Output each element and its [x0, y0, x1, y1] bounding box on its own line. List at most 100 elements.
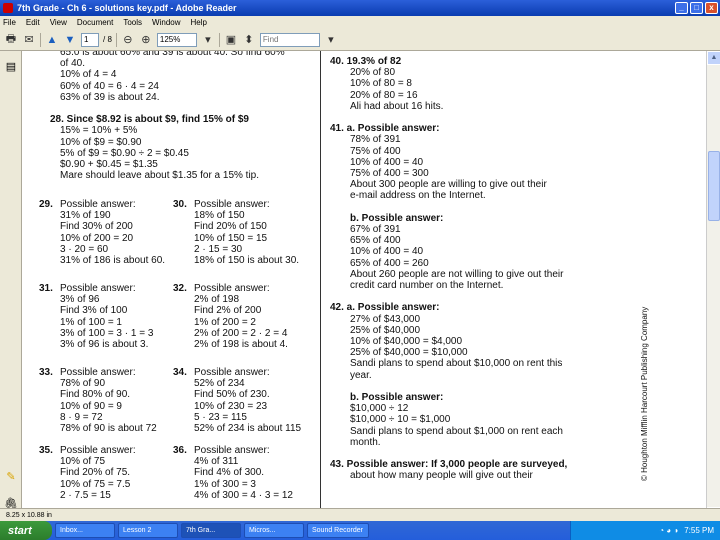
- text-line: 31% of 190: [60, 210, 111, 222]
- menu-view[interactable]: View: [50, 18, 67, 27]
- vertical-scrollbar[interactable]: ▲ ▼: [706, 51, 720, 521]
- text-line: $10,000 ÷ 12: [350, 403, 409, 415]
- text-line: 31.: [39, 283, 53, 294]
- document-page[interactable]: 65.0 is about 60% and 39 is about 40. So…: [22, 51, 706, 521]
- email-icon[interactable]: ✉: [22, 33, 36, 47]
- fit-width-icon[interactable]: ⬍: [242, 33, 256, 47]
- text-line: 78% of 391: [350, 134, 401, 146]
- zoom-out-icon[interactable]: ⊖: [121, 33, 135, 47]
- text-line: Possible answer:: [194, 367, 270, 378]
- text-line: 36.: [173, 445, 187, 456]
- text-line: 25% of $40,000 = $10,000: [350, 347, 468, 359]
- text-line: 27% of $43,000: [350, 313, 421, 325]
- zoom-select[interactable]: 125%: [156, 32, 197, 47]
- text-line: Possible answer:: [194, 199, 270, 210]
- minimize-button[interactable]: _: [675, 2, 688, 14]
- task-reader[interactable]: 7th Gra...: [181, 523, 241, 538]
- find-dropdown-icon[interactable]: ▾: [324, 33, 338, 47]
- previous-page-icon[interactable]: ▲: [45, 33, 59, 47]
- adobe-reader-icon: [3, 3, 13, 13]
- text-line: Ali had about 16 hits.: [350, 100, 444, 112]
- text-line: b. Possible answer:: [350, 392, 444, 403]
- text-line: 10% of 4 = 4: [60, 69, 117, 81]
- menu-document[interactable]: Document: [77, 18, 113, 27]
- pages-icon[interactable]: ▤: [4, 59, 18, 73]
- text-line: 10% of $40,000 = $4,000: [350, 336, 463, 347]
- scroll-up-button[interactable]: ▲: [707, 51, 720, 65]
- fit-page-icon[interactable]: ▣: [224, 33, 238, 47]
- text-line: 18% of 150: [194, 210, 245, 222]
- next-page-icon[interactable]: ▼: [63, 33, 77, 47]
- text-line: Find 2% of 200: [194, 305, 262, 317]
- toolbar-separator: [40, 32, 41, 47]
- menu-edit[interactable]: Edit: [26, 18, 40, 27]
- text-line: about how many people will give out thei…: [350, 470, 533, 482]
- text-line: 30.: [173, 199, 187, 210]
- task-inbox[interactable]: Inbox...: [55, 523, 115, 538]
- text-line: 25% of $40,000: [350, 324, 421, 336]
- text-line: 41. a. Possible answer:: [330, 123, 440, 135]
- text-line: Possible answer:: [194, 283, 270, 294]
- text-line: month.: [350, 436, 381, 448]
- text-line: 5% of $9 = $0.90 ÷ 2 = $0.45: [60, 147, 189, 159]
- tray-icons: ◔ ◕ ◑: [659, 526, 679, 535]
- zoom-in-icon[interactable]: ⊕: [139, 33, 153, 47]
- scroll-thumb[interactable]: [708, 151, 720, 221]
- text-line: 10% of 150 = 15: [194, 232, 268, 244]
- text-line: 33.: [39, 367, 53, 378]
- text-line: Find 20% of 75.: [60, 467, 131, 479]
- text-line: 10% of $9 = $0.90: [60, 136, 142, 148]
- text-line: credit card number on the Internet.: [350, 280, 504, 291]
- text-line: 2 · 7.5 = 15: [60, 489, 111, 501]
- text-line: 67% of 391: [350, 224, 401, 235]
- text-line: 5 · 23 = 115: [194, 411, 247, 423]
- print-icon[interactable]: 🖶: [4, 33, 18, 47]
- text-line: 3 · 20 = 60: [60, 243, 109, 255]
- task-word[interactable]: Micros...: [244, 523, 304, 538]
- text-line: 15% = 10% + 5%: [60, 125, 138, 137]
- chevron-down-icon[interactable]: ▾: [201, 33, 215, 47]
- menu-help[interactable]: Help: [191, 18, 207, 27]
- menu-tools[interactable]: Tools: [123, 18, 142, 27]
- text-line: 29.: [39, 199, 53, 210]
- text-line: Possible answer:: [60, 283, 136, 294]
- text-line: Find 3% of 100: [60, 305, 128, 317]
- menu-bar: File Edit View Document Tools Window Hel…: [0, 16, 720, 29]
- text-line: 75% of 400 = 300: [350, 168, 429, 179]
- text-line: 60% of 40 = 6 · 4 = 24: [60, 80, 159, 92]
- maximize-button[interactable]: □: [690, 2, 703, 14]
- text-line: 10% of 230 = 23: [194, 400, 268, 412]
- text-line: 31% of 186 is about 60.: [60, 255, 166, 266]
- task-lesson[interactable]: Lesson 2: [118, 523, 178, 538]
- copyright-notice: © Houghton Mifflin Harcourt Publishing C…: [640, 306, 649, 481]
- text-line: Sandi plans to spend about $1,000 on ren…: [350, 425, 563, 437]
- window-title: 7th Grade - Ch 6 - solutions key.pdf - A…: [17, 3, 237, 13]
- find-input[interactable]: [259, 32, 320, 47]
- text-line: 20% of 80: [350, 67, 396, 79]
- text-line: 32.: [173, 283, 187, 294]
- text-line: Sandi plans to spend about $10,000 on re…: [350, 358, 563, 370]
- task-sound-recorder[interactable]: Sound Recorder: [307, 523, 369, 538]
- page-number-field[interactable]: 1: [81, 32, 99, 47]
- text-line: e-mail address on the Internet.: [350, 190, 486, 202]
- close-button[interactable]: x: [705, 2, 718, 14]
- toolbar-separator: [115, 32, 117, 47]
- start-button[interactable]: start: [0, 521, 52, 540]
- text-line: 2 · 15 = 30: [194, 243, 243, 255]
- text-line: 10% of 400 = 40: [350, 246, 424, 258]
- text-line: 8 · 9 = 72: [60, 411, 103, 423]
- column-divider: [320, 51, 321, 521]
- comments-icon[interactable]: ✎: [4, 469, 18, 483]
- text-line: 42. a. Possible answer:: [330, 302, 440, 314]
- text-line: 28. Since $8.92 is about $9, find 15% of…: [50, 114, 249, 126]
- text-line: About 260 people are not willing to give…: [350, 268, 564, 280]
- text-line: 10% of 400 = 40: [350, 156, 424, 168]
- menu-window[interactable]: Window: [152, 18, 180, 27]
- text-line: 52% of 234 is about 115: [194, 423, 302, 434]
- clock: 7:55 PM: [684, 526, 714, 535]
- text-line: 3% of 96: [60, 294, 100, 306]
- menu-file[interactable]: File: [3, 18, 16, 27]
- toolbar-separator: [218, 32, 220, 47]
- text-line: 2% of 200 = 2 · 2 = 4: [194, 327, 288, 339]
- text-line: 3% of 100 = 3 · 1 = 3: [60, 327, 154, 339]
